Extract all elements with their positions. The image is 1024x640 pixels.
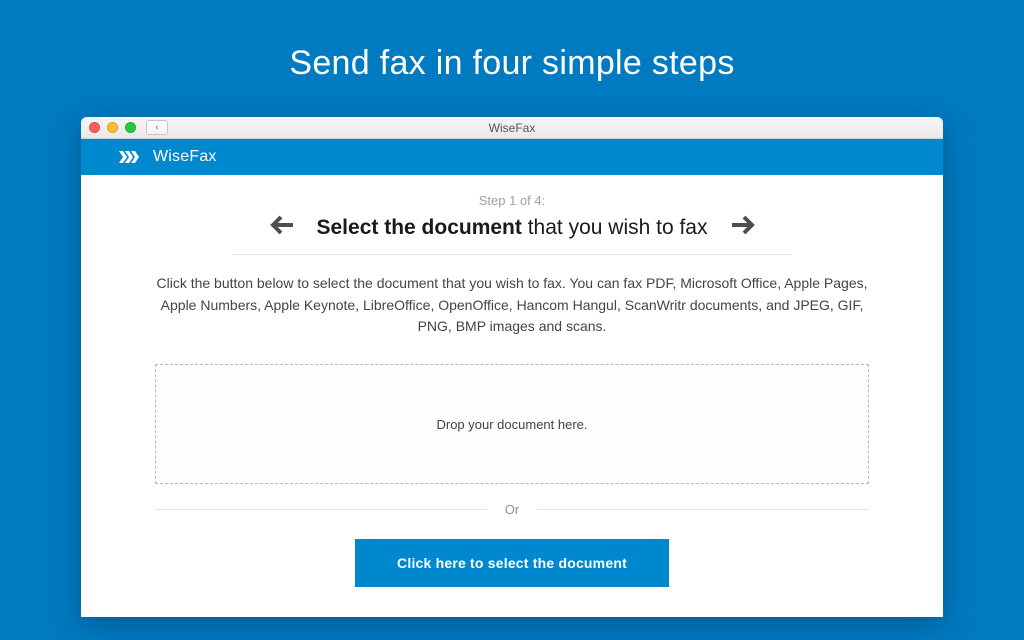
main-content: Step 1 of 4: Select the document that yo…: [81, 175, 943, 617]
instructions-text: Click the button below to select the doc…: [152, 273, 872, 338]
or-separator: Or: [155, 502, 869, 517]
dropzone-label: Drop your document here.: [436, 417, 587, 432]
select-document-button[interactable]: Click here to select the document: [355, 539, 669, 587]
dropzone[interactable]: Drop your document here.: [155, 364, 869, 484]
step-heading: Select the document that you wish to fax: [317, 216, 708, 240]
step-heading-rest: that you wish to fax: [522, 216, 708, 239]
step-heading-bold: Select the document: [317, 216, 522, 239]
or-label: Or: [487, 502, 537, 517]
brand: WiseFax: [119, 148, 217, 166]
step-heading-row: Select the document that you wish to fax: [232, 214, 792, 255]
arrow-left-icon[interactable]: [269, 214, 295, 242]
titlebar: ‹ WiseFax: [81, 117, 943, 139]
step-indicator: Step 1 of 4:: [141, 193, 883, 208]
app-window: ‹ WiseFax WiseFax Step 1 of 4: Select th…: [81, 117, 943, 617]
window-title: WiseFax: [81, 121, 943, 135]
brand-logo-icon: [119, 149, 145, 165]
app-header: WiseFax: [81, 139, 943, 175]
arrow-right-icon[interactable]: [730, 214, 756, 242]
brand-name: WiseFax: [153, 148, 217, 166]
banner-title: Send fax in four simple steps: [0, 0, 1024, 117]
